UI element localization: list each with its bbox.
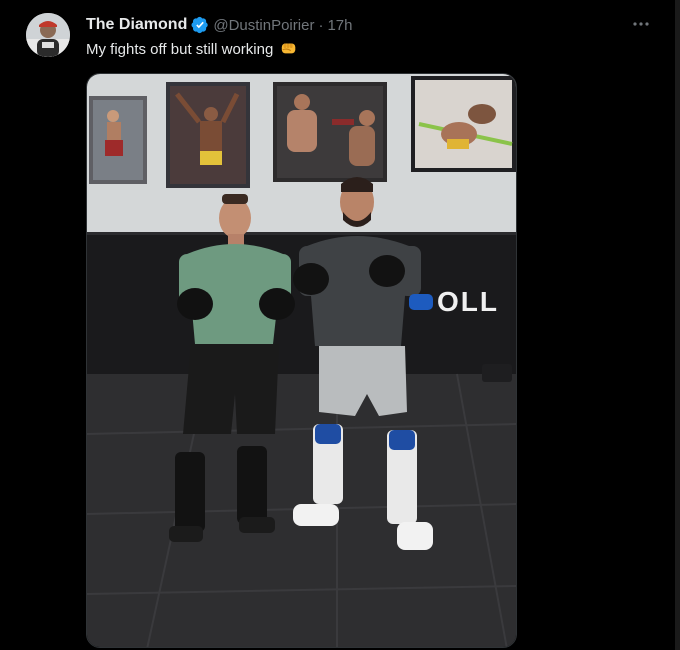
- author-display-name[interactable]: The Diamond: [86, 16, 187, 34]
- wall-logo-text: OLL: [437, 286, 499, 317]
- scrollbar-track[interactable]: [675, 0, 680, 650]
- wall-poster: [411, 76, 516, 172]
- tweet-photo[interactable]: OLL: [86, 73, 517, 648]
- fist-emoji: [282, 43, 296, 54]
- author-avatar[interactable]: [26, 13, 70, 57]
- tweet[interactable]: The Diamond @DustinPoirier · 17h My figh…: [0, 0, 675, 650]
- wall-poster: [273, 82, 387, 182]
- wall-poster: [166, 82, 250, 188]
- more-horizontal-icon: [633, 22, 649, 26]
- avatar-image: [26, 13, 70, 57]
- separator-dot: ·: [318, 16, 324, 34]
- tweet-timestamp[interactable]: 17h: [327, 17, 352, 34]
- author-handle[interactable]: @DustinPoirier: [213, 17, 314, 34]
- more-options-button[interactable]: [627, 10, 655, 38]
- tweet-text-content: My fights off but still working: [86, 41, 274, 58]
- tweet-text: My fights off but still working: [86, 39, 298, 58]
- gym-photo: OLL: [87, 74, 516, 647]
- tweet-header: The Diamond @DustinPoirier · 17h: [86, 14, 352, 36]
- verified-badge-icon: [191, 16, 209, 34]
- wall-poster: [89, 96, 147, 184]
